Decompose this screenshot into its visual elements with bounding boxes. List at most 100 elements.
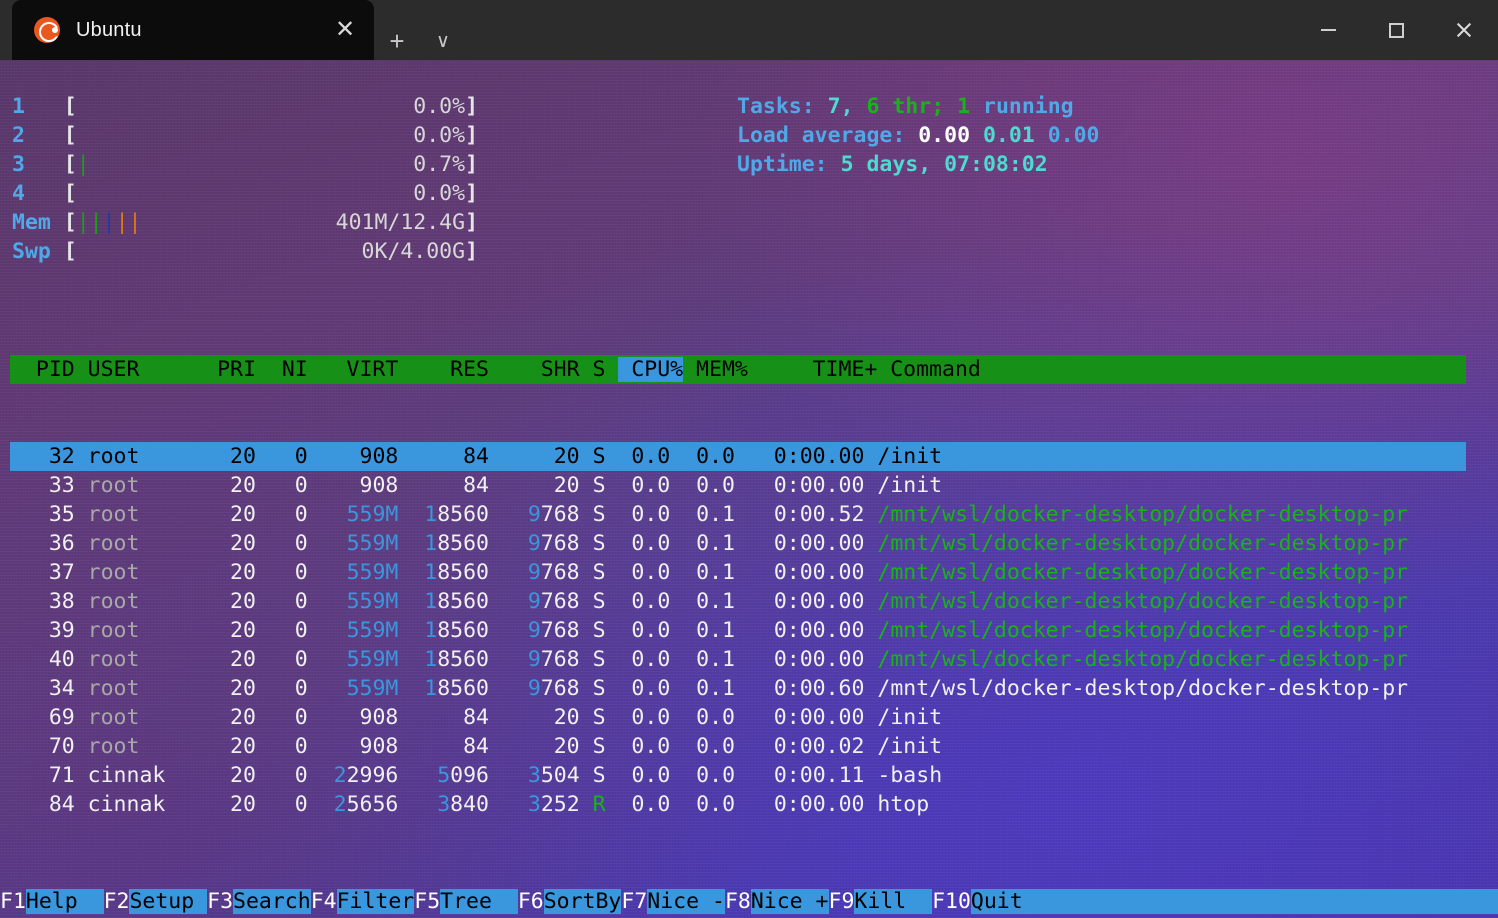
maximize-icon [1389, 23, 1404, 38]
fn-label-filter[interactable]: Filter [337, 889, 415, 914]
fn-key-f10[interactable]: F10 [932, 889, 971, 914]
cell-pid: 34 [10, 676, 88, 701]
fn-key-f4[interactable]: F4 [311, 889, 337, 914]
maximize-button[interactable] [1362, 0, 1430, 60]
fn-label-nice-[interactable]: Nice + [751, 889, 829, 914]
process-row[interactable]: 38 root 20 0 559M 18560 9768 S 0.0 0.1 0… [10, 587, 1466, 616]
fn-key-f7[interactable]: F7 [621, 889, 647, 914]
cell-time: 0:00.00 [748, 444, 877, 469]
cell-cpu: 0.0 [618, 647, 683, 672]
cell-pid: 84 [10, 792, 88, 817]
cell-res: 18560 [411, 589, 502, 614]
cpu-meter-3: 3 [| 0.7%] [12, 150, 478, 179]
cell-state: S [593, 502, 619, 527]
process-row[interactable]: 34 root 20 0 559M 18560 9768 S 0.0 0.1 0… [10, 674, 1466, 703]
swap-meter: Swp [ 0K/4.00G] [12, 237, 478, 266]
process-row[interactable]: 70 root 20 0 908 84 20 S 0.0 0.0 0:00.02… [10, 732, 1466, 761]
cell-res: 84 [411, 734, 502, 759]
fn-key-f3[interactable]: F3 [207, 889, 233, 914]
cell-state: S [593, 705, 619, 730]
new-tab-icon[interactable]: + [374, 14, 420, 68]
process-table-body[interactable]: 32 root 20 0 908 84 20 S 0.0 0.0 0:00.00… [10, 442, 1466, 819]
process-row[interactable]: 40 root 20 0 559M 18560 9768 S 0.0 0.1 0… [10, 645, 1466, 674]
process-row[interactable]: 32 root 20 0 908 84 20 S 0.0 0.0 0:00.00… [10, 442, 1466, 471]
tab-close-icon[interactable]: ✕ [330, 15, 360, 45]
cell-command: /init [877, 473, 942, 498]
fn-key-f8[interactable]: F8 [725, 889, 751, 914]
cell-time: 0:00.00 [748, 647, 877, 672]
close-button[interactable] [1430, 0, 1498, 60]
htop-meters: 1 [ 0.0%]2 [ 0.0%]3 [| 0.7%]4 [ 0.0%]Mem… [12, 92, 478, 266]
cell-res: 18560 [411, 502, 502, 527]
process-table-header[interactable]: PID USER PRI NI VIRT RES SHR S CPU% MEM%… [10, 355, 1466, 384]
fn-label-setup[interactable]: Setup [129, 889, 207, 914]
function-key-bar[interactable]: F1Help F2Setup F3SearchF4FilterF5Tree F6… [0, 887, 1498, 916]
process-row[interactable]: 37 root 20 0 559M 18560 9768 S 0.0 0.1 0… [10, 558, 1466, 587]
cell-command: /mnt/wsl/docker-desktop/docker-desktop-p… [877, 647, 1408, 672]
cell-pri: 20 [204, 647, 269, 672]
htop-stats: Tasks: 7, 6 thr; 1 runningLoad average: … [737, 92, 1099, 179]
cell-ni: 0 [269, 589, 321, 614]
column-header-mem[interactable]: MEM% [683, 357, 748, 382]
process-row[interactable]: 33 root 20 0 908 84 20 S 0.0 0.0 0:00.00… [10, 471, 1466, 500]
process-row[interactable]: 71 cinnak 20 0 22996 5096 3504 S 0.0 0.0… [10, 761, 1466, 790]
fn-key-f5[interactable]: F5 [414, 889, 440, 914]
cell-user: root [88, 473, 205, 498]
cell-ni: 0 [269, 792, 321, 817]
cell-pid: 39 [10, 618, 88, 643]
cell-time: 0:00.00 [748, 531, 877, 556]
cell-cpu: 0.0 [618, 734, 683, 759]
fn-label-tree[interactable]: Tree [440, 889, 518, 914]
process-row[interactable]: 39 root 20 0 559M 18560 9768 S 0.0 0.1 0… [10, 616, 1466, 645]
fn-label-kill[interactable]: Kill [854, 889, 932, 914]
cell-virt: 559M [321, 647, 412, 672]
cell-pid: 35 [10, 502, 88, 527]
window-controls [1294, 0, 1498, 60]
cell-user: root [88, 734, 205, 759]
fn-label-quit[interactable]: Quit [971, 889, 1049, 914]
mem-meter: Mem [||||| 401M/12.4G] [12, 208, 478, 237]
minimize-button[interactable] [1294, 0, 1362, 60]
cell-mem: 0.0 [683, 705, 748, 730]
cell-pri: 20 [204, 792, 269, 817]
fn-key-f9[interactable]: F9 [829, 889, 855, 914]
cell-mem: 0.0 [683, 734, 748, 759]
htop-process-panel[interactable]: PID USER PRI NI VIRT RES SHR S CPU% MEM%… [10, 297, 1466, 877]
cell-shr: 20 [502, 705, 593, 730]
cell-pid: 37 [10, 560, 88, 585]
cell-cpu: 0.0 [619, 792, 684, 817]
cell-state: R [593, 792, 619, 817]
cell-cpu: 0.0 [618, 502, 683, 527]
fn-label-help[interactable]: Help [26, 889, 104, 914]
terminal-screen[interactable]: 1 [ 0.0%]2 [ 0.0%]3 [| 0.7%]4 [ 0.0%]Mem… [0, 60, 1498, 918]
cell-ni: 0 [269, 444, 321, 469]
cell-ni: 0 [269, 763, 321, 788]
column-header-pid-user-virt[interactable]: PID USER PRI NI VIRT RES SHR S [10, 357, 618, 382]
cell-state: S [593, 531, 619, 556]
column-header-time-command[interactable]: TIME+ Command [748, 357, 981, 382]
fn-bar-filler [1049, 889, 1498, 914]
cell-cpu: 0.0 [618, 676, 683, 701]
cell-ni: 0 [269, 502, 321, 527]
cell-pid: 40 [10, 647, 88, 672]
fn-key-f1[interactable]: F1 [0, 889, 26, 914]
fn-key-f2[interactable]: F2 [104, 889, 130, 914]
terminal-tab-ubuntu[interactable]: Ubuntu ✕ [12, 0, 374, 60]
cell-state: S [593, 734, 619, 759]
process-row[interactable]: 36 root 20 0 559M 18560 9768 S 0.0 0.1 0… [10, 529, 1466, 558]
cell-mem: 0.1 [683, 589, 748, 614]
column-header-cpu[interactable]: CPU% [618, 357, 683, 382]
fn-label-nice-[interactable]: Nice - [647, 889, 725, 914]
process-row[interactable]: 69 root 20 0 908 84 20 S 0.0 0.0 0:00.00… [10, 703, 1466, 732]
fn-label-sortby[interactable]: SortBy [544, 889, 622, 914]
cell-mem: 0.0 [683, 473, 748, 498]
fn-label-search[interactable]: Search [233, 889, 311, 914]
cell-pid: 36 [10, 531, 88, 556]
fn-key-f6[interactable]: F6 [518, 889, 544, 914]
process-row[interactable]: 35 root 20 0 559M 18560 9768 S 0.0 0.1 0… [10, 500, 1466, 529]
cell-user: root [88, 705, 205, 730]
chevron-down-icon[interactable]: ∨ [420, 14, 466, 68]
cell-res: 84 [411, 473, 502, 498]
process-row[interactable]: 84 cinnak 20 0 25656 3840 3252 R 0.0 0.0… [10, 790, 1466, 819]
cell-time: 0:00.00 [748, 473, 877, 498]
